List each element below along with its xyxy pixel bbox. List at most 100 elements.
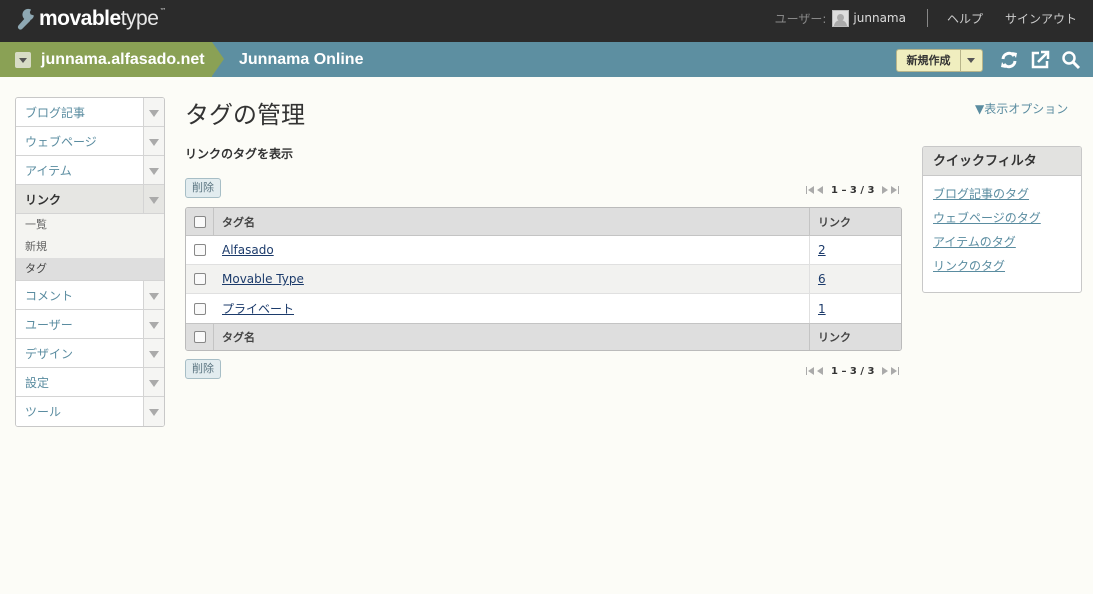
delete-button[interactable]: 削除 [185, 178, 221, 198]
last-page-icon[interactable] [890, 185, 900, 195]
sidebar-item-label[interactable]: デザイン [16, 345, 73, 362]
row-checkbox-cell [186, 265, 214, 293]
sidebar-item-links[interactable]: リンク [16, 185, 164, 214]
select-all-cell [186, 324, 214, 350]
tag-count-cell: 6 [810, 265, 901, 293]
chevron-down-icon[interactable] [143, 156, 164, 184]
external-link-icon[interactable] [1030, 50, 1050, 70]
wrench-logo-icon [17, 8, 34, 30]
sidebar-item-label[interactable]: コメント [16, 287, 73, 304]
submenu-item-tags[interactable]: タグ [16, 258, 164, 280]
tag-name-cell: プライベート [214, 294, 810, 323]
blog-name[interactable]: Junnama Online [239, 42, 363, 77]
pager-top: 1 – 3 / 3 [805, 183, 900, 197]
chevron-down-icon[interactable] [143, 185, 164, 213]
quick-filter-entry-tags[interactable]: ブログ記事のタグ [933, 185, 1081, 209]
select-all-checkbox[interactable] [193, 215, 206, 228]
prev-page-icon[interactable] [815, 366, 825, 376]
sidebar-item-comments[interactable]: コメント [16, 281, 164, 310]
quick-filter-page-tags[interactable]: ウェブページのタグ [933, 209, 1081, 233]
movabletype-logo[interactable]: movabletype ™ [16, 5, 166, 33]
table-header: タグ名 リンク [186, 208, 901, 236]
sidebar-item-label[interactable]: リンク [16, 191, 61, 208]
next-page-icon[interactable] [880, 366, 890, 376]
logo-text: movabletype [39, 7, 159, 30]
tag-count-cell: 1 [810, 294, 901, 323]
quick-filter-title: クイックフィルタ [923, 147, 1081, 176]
user-name-link[interactable]: junnama [853, 11, 906, 25]
column-footer-tag-name[interactable]: タグ名 [214, 324, 810, 350]
prev-page-icon[interactable] [815, 185, 825, 195]
sidebar-item-users[interactable]: ユーザー [16, 310, 164, 339]
page-title: タグの管理 [185, 101, 305, 129]
chevron-down-icon[interactable] [143, 98, 164, 126]
quick-filter-list: ブログ記事のタグ ウェブページのタグ アイテムのタグ リンクのタグ [923, 176, 1081, 281]
logo-tm: ™ [159, 7, 167, 15]
table-footer: タグ名 リンク [186, 323, 901, 350]
delete-button[interactable]: 削除 [185, 359, 221, 379]
table-row: プライベート 1 [186, 294, 901, 323]
help-link[interactable]: ヘルプ [947, 10, 983, 27]
sidebar-item-settings[interactable]: 設定 [16, 368, 164, 397]
last-page-icon[interactable] [890, 366, 900, 376]
display-options-link[interactable]: ▼表示オプション [975, 100, 1068, 117]
sidebar-item-label[interactable]: 設定 [16, 374, 49, 391]
quick-filter-panel: クイックフィルタ ブログ記事のタグ ウェブページのタグ アイテムのタグ リンクの… [922, 146, 1082, 293]
refresh-icon[interactable] [999, 50, 1019, 70]
row-checkbox[interactable] [194, 244, 206, 256]
sidebar-item-label[interactable]: ユーザー [16, 316, 73, 333]
column-header-tag-name[interactable]: タグ名 [214, 208, 810, 235]
tag-name-link[interactable]: Movable Type [222, 272, 304, 286]
tag-count-link[interactable]: 2 [818, 243, 826, 257]
chevron-down-icon[interactable] [143, 339, 164, 367]
quick-filter-asset-tags[interactable]: アイテムのタグ [933, 233, 1081, 257]
chevron-down-icon[interactable] [961, 50, 982, 71]
signout-link[interactable]: サインアウト [1005, 10, 1077, 27]
sidebar-item-design[interactable]: デザイン [16, 339, 164, 368]
row-checkbox[interactable] [194, 273, 206, 285]
pager-text: 1 – 3 / 3 [831, 184, 875, 196]
select-all-checkbox[interactable] [193, 331, 206, 343]
sidebar-item-label[interactable]: ウェブページ [16, 133, 97, 150]
sidebar-item-label[interactable]: ツール [16, 403, 61, 420]
tag-count-link[interactable]: 6 [818, 272, 826, 286]
row-checkbox-cell [186, 236, 214, 264]
first-page-icon[interactable] [805, 185, 815, 195]
sidebar-item-label[interactable]: アイテム [16, 162, 72, 179]
chevron-down-icon[interactable] [143, 397, 164, 426]
table-row: Movable Type 6 [186, 265, 901, 294]
page-subtitle: リンクのタグを表示 [185, 147, 294, 161]
tag-name-link[interactable]: プライベート [222, 300, 294, 317]
chevron-down-icon[interactable] [15, 51, 31, 68]
sidebar-item-label[interactable]: ブログ記事 [16, 104, 85, 121]
search-icon[interactable] [1061, 50, 1081, 70]
tag-count-link[interactable]: 1 [818, 302, 826, 316]
sidebar-item-entries[interactable]: ブログ記事 [16, 98, 164, 127]
next-page-icon[interactable] [880, 185, 890, 195]
submenu-item-new[interactable]: 新規 [16, 236, 164, 258]
chevron-down-icon[interactable] [143, 368, 164, 396]
tag-name-link[interactable]: Alfasado [222, 243, 274, 257]
site-name[interactable]: junnama.alfasado.net [41, 51, 205, 69]
divider [926, 9, 928, 27]
user-label: ユーザー: [774, 11, 827, 26]
new-button-label[interactable]: 新規作成 [897, 50, 961, 71]
chevron-down-icon[interactable] [143, 310, 164, 338]
chevron-down-icon[interactable] [143, 281, 164, 309]
column-footer-links[interactable]: リンク [810, 324, 901, 350]
chevron-down-icon[interactable] [143, 127, 164, 155]
sidebar-item-tools[interactable]: ツール [16, 397, 164, 426]
tag-name-cell: Alfasado [214, 236, 810, 264]
column-header-links[interactable]: リンク [810, 208, 901, 235]
sidebar-item-pages[interactable]: ウェブページ [16, 127, 164, 156]
first-page-icon[interactable] [805, 366, 815, 376]
scope-bar: junnama.alfasado.net Junnama Online 新規作成 [0, 42, 1093, 77]
submenu-item-list[interactable]: 一覧 [16, 214, 164, 236]
sidebar-item-assets[interactable]: アイテム [16, 156, 164, 185]
quick-filter-link-tags[interactable]: リンクのタグ [933, 257, 1081, 281]
table-row: Alfasado 2 [186, 236, 901, 265]
site-selector[interactable]: junnama.alfasado.net [0, 42, 224, 77]
row-checkbox[interactable] [194, 302, 206, 315]
pager-text: 1 – 3 / 3 [831, 365, 875, 377]
new-button[interactable]: 新規作成 [896, 49, 983, 72]
